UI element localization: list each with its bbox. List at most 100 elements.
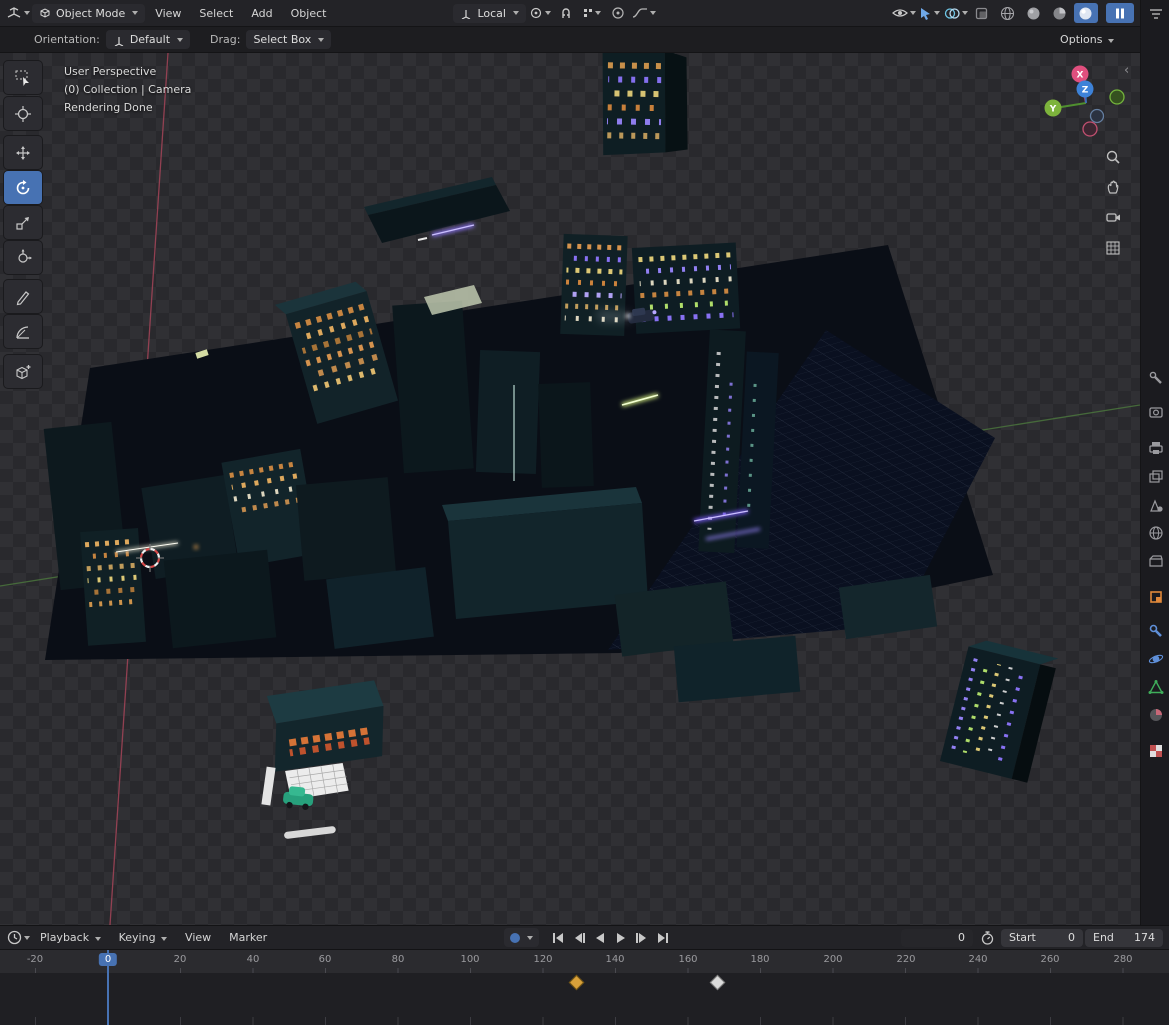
shading-wireframe-button[interactable] [996,3,1020,23]
camera-view-button[interactable] [1101,205,1125,229]
auto-keying-button[interactable] [504,928,539,947]
shading-solid-button[interactable] [1022,3,1046,23]
magnet-icon [559,6,573,20]
region-collapse-chevron[interactable]: ‹ [1124,63,1129,78]
building-dark-tower[interactable] [392,301,474,473]
snap-settings-button[interactable] [580,3,604,23]
menu-object[interactable]: Object [283,4,335,23]
scene-paper-and-car[interactable] [261,763,349,811]
ortho-grid-button[interactable] [1101,236,1125,260]
menu-add[interactable]: Add [243,4,280,23]
ruler-tick: 240 [968,954,987,965]
proportional-edit-button[interactable] [606,3,630,23]
current-frame-badge[interactable]: 0 [99,953,117,966]
building-bottom-right[interactable] [940,637,1058,783]
drag-select[interactable]: Select Box [246,30,331,49]
jump-to-end-button[interactable] [654,929,673,947]
tab-modifiers[interactable] [1147,622,1165,640]
timeline-menu-marker[interactable]: Marker [221,928,275,947]
pan-hand-button[interactable] [1101,175,1125,199]
timeline-ruler[interactable]: -20 0 20 40 60 80 100 120 140 160 180 20… [0,950,1169,973]
shading-material-button[interactable] [1048,3,1072,23]
tab-physics[interactable] [1147,650,1165,668]
tool-select-box[interactable] [4,61,42,94]
building-isolated[interactable] [266,680,386,772]
tab-world[interactable] [1147,524,1165,542]
tab-output[interactable] [1147,439,1165,457]
scene-white-dash[interactable] [284,826,336,839]
shading-rendered-button[interactable] [1074,3,1098,23]
next-keyframe-button[interactable] [633,929,652,947]
playback-label: Playback [40,931,89,944]
solid-sphere-icon [1026,6,1041,21]
viewport-3d[interactable]: X Z Y User Perspective (0) Collection | … [0,53,1140,925]
tab-object[interactable] [1147,588,1165,606]
wireframe-sphere-icon [1000,6,1015,21]
tool-scale[interactable] [4,206,42,239]
drag-value: Select Box [253,33,311,46]
keyframe-diamond-white[interactable] [710,975,726,991]
properties-editor-type-button[interactable] [1147,5,1165,23]
tool-move[interactable] [4,136,42,169]
tab-render[interactable] [1147,403,1165,421]
current-frame-field[interactable]: 0 [901,929,973,947]
end-frame-field[interactable]: End 174 [1085,929,1163,947]
building-slab[interactable] [364,177,510,243]
drag-label: Drag: [210,33,240,46]
tab-collection[interactable] [1147,552,1165,570]
keyframe-diamond-orange[interactable] [569,975,585,991]
tab-view-layer[interactable] [1147,468,1165,486]
orientation-default-select[interactable]: Default [106,30,190,49]
tab-tool[interactable] [1147,369,1165,387]
show-gizmo-button[interactable] [918,3,942,23]
play-button[interactable] [612,929,631,947]
navigation-gizmo[interactable]: X Z Y [1045,66,1125,137]
tab-texture[interactable] [1147,742,1165,760]
gizmo-axis-neg-y[interactable] [1110,90,1124,104]
tool-transform[interactable] [4,241,42,274]
building-floating[interactable] [597,53,693,160]
zoom-button[interactable] [1101,145,1125,169]
tab-object-data[interactable] [1147,678,1165,696]
show-visibility-button[interactable] [892,3,916,23]
ruler-tick: 260 [1040,954,1059,965]
scene-render[interactable]: X Z Y [0,53,1140,925]
snap-toggle-button[interactable] [554,3,578,23]
use-preview-range-button[interactable] [975,928,999,948]
timeline-keyframe-area[interactable] [0,973,1169,1025]
jump-to-start-button[interactable] [549,929,568,947]
tool-add-cube[interactable] [4,355,42,388]
timeline-editor-type-button[interactable] [6,928,30,948]
material-sphere-icon [1052,6,1067,21]
gizmo-axis-neg-x[interactable] [1083,122,1097,136]
viewport-overlay-text: User Perspective (0) Collection | Camera… [64,63,191,117]
tool-measure[interactable] [4,315,42,348]
play-reverse-button[interactable] [591,929,610,947]
chevron-down-icon [527,936,533,940]
editor-type-button[interactable] [6,3,30,23]
show-overlays-button[interactable] [944,3,968,23]
proportional-falloff-button[interactable] [632,3,656,23]
prev-keyframe-button[interactable] [570,929,589,947]
transform-orientation-select[interactable]: Local [453,4,526,23]
mode-select[interactable]: Object Mode [32,4,145,23]
building-thin-towers[interactable] [698,330,780,555]
tool-annotate[interactable] [4,280,42,313]
start-frame-field[interactable]: Start 0 [1001,929,1083,947]
tool-rotate[interactable] [4,171,42,204]
axis-icon [113,34,125,46]
timeline-menu-keying[interactable]: Keying [111,928,175,947]
timeline-menu-view[interactable]: View [177,928,219,947]
options-button[interactable]: Options [1052,30,1122,49]
tool-cursor[interactable] [4,97,42,130]
menu-view[interactable]: View [147,4,189,23]
menu-select[interactable]: Select [191,4,241,23]
pivot-point-button[interactable] [528,3,552,23]
tab-material[interactable] [1147,706,1165,724]
tab-scene[interactable] [1147,496,1165,514]
pause-button[interactable] [1106,3,1134,23]
gizmo-axis-neg-z[interactable] [1091,110,1104,123]
timeline-menu-playback[interactable]: Playback [32,928,109,947]
chevron-down-icon [934,11,940,15]
xray-toggle-button[interactable] [970,3,994,23]
